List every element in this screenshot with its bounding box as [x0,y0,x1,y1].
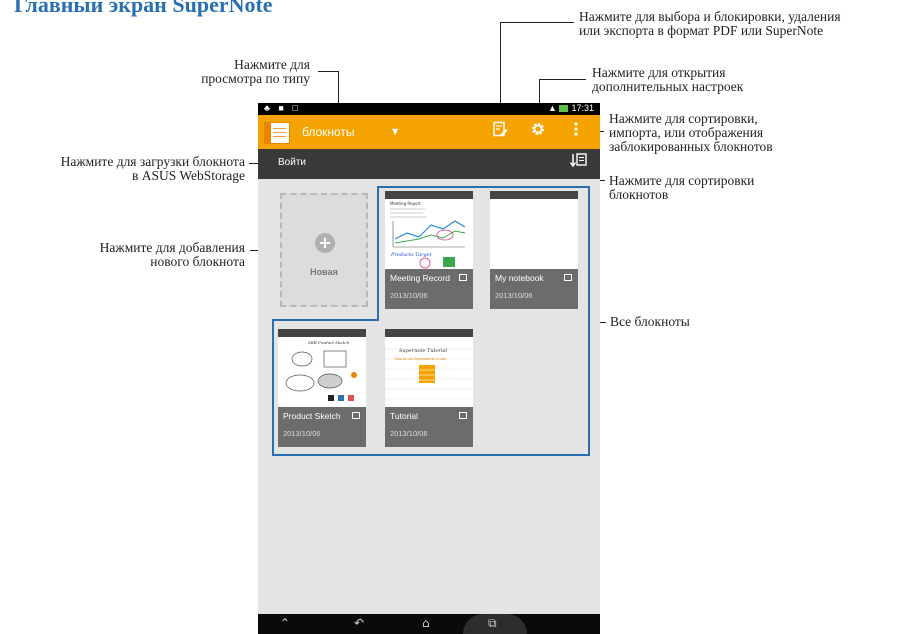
callout-line: Нажмите для открытия [592,65,726,80]
notebook-date: 2013/10/06 [390,291,428,300]
page-heading: Главный экран SuperNote [14,0,273,17]
notebook-thumbnail [490,199,578,271]
edit-select-icon[interactable] [490,121,510,143]
highlight-line [588,186,590,456]
callout-line: Нажмите для выбора и блокировки, удалени… [579,9,841,24]
notebook-info: Meeting Record 2013/10/06 [385,269,473,309]
callout-all-notebooks: Все блокноты [610,314,690,329]
notification-icons: ♣ ■ □ [264,103,301,113]
status-right: ▲ 17:31 [548,103,594,113]
callout-line: Нажмите для сортировки, [609,111,758,126]
leader-line [539,79,586,80]
notebook-name: Tutorial [390,411,419,421]
card-header-strip [385,329,473,337]
highlight-line [377,186,590,188]
view-type-dropdown[interactable]: блокноты [302,125,355,139]
callout-line: заблокированных блокнотов [609,139,773,154]
callout-line: импорта, или отображения [609,125,764,140]
notebook-card-tutorial[interactable]: Supernote Tutorial How to use Supernote … [385,329,473,447]
highlight-line [272,454,590,456]
callout-line: просмотра по типу [201,71,310,86]
signal-icon: ▲ [548,103,557,113]
recent-apps-icon[interactable]: ⧉ [488,616,497,631]
notebook-name: My notebook [495,273,544,283]
overflow-menu-icon[interactable] [566,121,586,143]
callout-upload: Нажмите для загрузки блокнота в ASUS Web… [2,155,245,183]
navigation-bar: ⌃ ↶ ⌂ ⧉ [258,614,600,634]
thumb-title: Meeting Report [390,201,421,206]
menu-nav-icon[interactable]: ⌃ [280,616,290,630]
leader-line [318,71,339,72]
callout-line: Нажмите для загрузки блокнота [60,154,245,169]
thumb-title: Supernote Tutorial [399,348,448,354]
thumb-caption: Products Target [390,252,433,258]
thumb-subtitle: How to use Supernote as a note [395,357,446,361]
signin-button[interactable]: Войти [278,157,306,168]
notebook-type-icon [459,412,467,419]
callout-line: Нажмите для [234,57,310,72]
supernote-app-icon [264,122,290,144]
account-bar: Войти [258,149,600,179]
gear-icon[interactable] [528,121,548,143]
new-notebook-label: Новая [310,267,338,277]
leader-line [500,22,574,23]
new-notebook-tile[interactable]: + Новая [280,193,368,307]
notebook-date: 2013/10/06 [390,429,428,438]
notebook-type-icon [564,274,572,281]
callout-line: блокнотов [609,187,669,202]
notebook-card-meeting-record[interactable]: Meeting Report Products Target Meeting R… [385,191,473,309]
callout-line: Нажмите для сортировки [609,173,755,188]
callout-add-notebook: Нажмите для добавления нового блокнота [40,241,245,269]
callout-line: дополнительных настроек [592,79,744,94]
card-header-strip [490,191,578,199]
action-bar: блокноты ▼ [258,115,600,149]
callout-sort-import-locked: Нажмите для сортировки, импорта, или ото… [609,112,773,154]
notebook-name: Meeting Record [390,273,451,283]
callout-line: нового блокнота [150,254,245,269]
callout-settings: Нажмите для открытия дополнительных наст… [592,66,743,94]
highlight-line [377,186,379,321]
callout-select-lock-export: Нажмите для выбора и блокировки, удалени… [579,10,841,38]
home-nav-icon[interactable]: ⌂ [422,616,430,630]
status-bar: ♣ ■ □ ▲ 17:31 [258,103,600,115]
callout-line: в ASUS WebStorage [131,168,245,183]
back-nav-icon[interactable]: ↶ [354,616,364,630]
add-icon: + [315,233,335,253]
notebook-card-my-notebook[interactable]: My notebook 2013/10/06 [490,191,578,309]
notebook-thumbnail: Meeting Report Products Target [385,199,473,271]
notebook-type-icon [459,274,467,281]
callout-line: или экспорта в формат PDF или SuperNote [579,23,824,38]
all-notebooks-highlight [272,319,379,456]
dropdown-caret-icon[interactable]: ▼ [392,127,398,136]
callout-sort-notebooks: Нажмите для сортировки блокнотов [609,174,754,202]
notebook-thumbnail: Supernote Tutorial How to use Supernote … [385,337,473,409]
callout-line: Нажмите для добавления [99,240,245,255]
sort-icon[interactable] [564,149,594,179]
notebook-info: Tutorial 2013/10/06 [385,407,473,447]
notebook-info: My notebook 2013/10/06 [490,269,578,309]
callout-view-by-type: Нажмите для просмотра по типу [170,58,310,86]
notebook-date: 2013/10/06 [495,291,533,300]
battery-icon [559,105,569,113]
card-header-strip [385,191,473,199]
status-time: 17:31 [571,103,594,113]
